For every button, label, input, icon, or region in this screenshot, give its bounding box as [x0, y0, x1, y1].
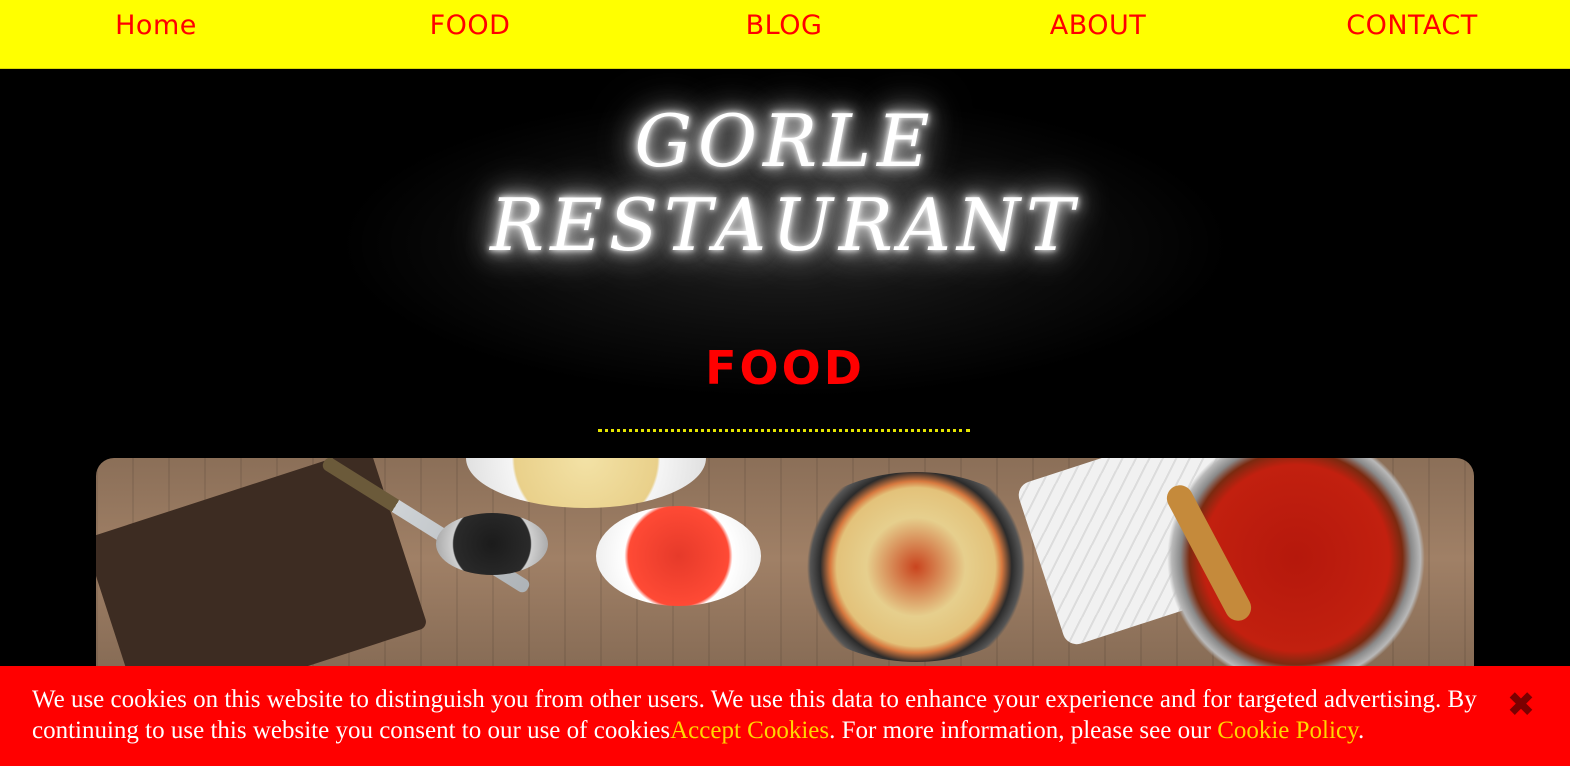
accept-cookies-link[interactable]: Accept Cookies: [670, 717, 829, 744]
nav-blog[interactable]: BLOG: [684, 10, 884, 41]
nav-home[interactable]: Home: [56, 10, 256, 41]
cookie-text-part2: . For more information, please see our: [829, 717, 1218, 744]
cookie-text-part3: .: [1357, 717, 1365, 744]
nav-about[interactable]: ABOUT: [998, 10, 1198, 41]
nav-contact[interactable]: CONTACT: [1312, 10, 1512, 41]
nav-food[interactable]: FOOD: [370, 10, 570, 41]
olives-bowl: [436, 513, 548, 575]
close-icon[interactable]: ✖: [1504, 688, 1538, 722]
top-nav: Home FOOD BLOG ABOUT CONTACT: [0, 0, 1570, 69]
tomatoes-bowl: [596, 506, 761, 606]
pasta-bowl-top: [466, 458, 706, 508]
title-line-2: RESTAURANT: [489, 183, 1081, 267]
spaghetti-plate: [781, 472, 1051, 662]
restaurant-title: GORLE RESTAURANT: [285, 99, 1285, 267]
hero-section: GORLE RESTAURANT FOOD We use cookies on …: [0, 69, 1570, 766]
cookie-policy-link[interactable]: Cookie Policy: [1217, 717, 1358, 744]
cookie-banner: We use cookies on this website to distin…: [0, 666, 1570, 766]
title-line-1: GORLE: [634, 99, 936, 183]
dotted-divider: [598, 429, 970, 432]
cookie-message: We use cookies on this website to distin…: [32, 684, 1482, 746]
section-title-food: FOOD: [705, 341, 865, 395]
